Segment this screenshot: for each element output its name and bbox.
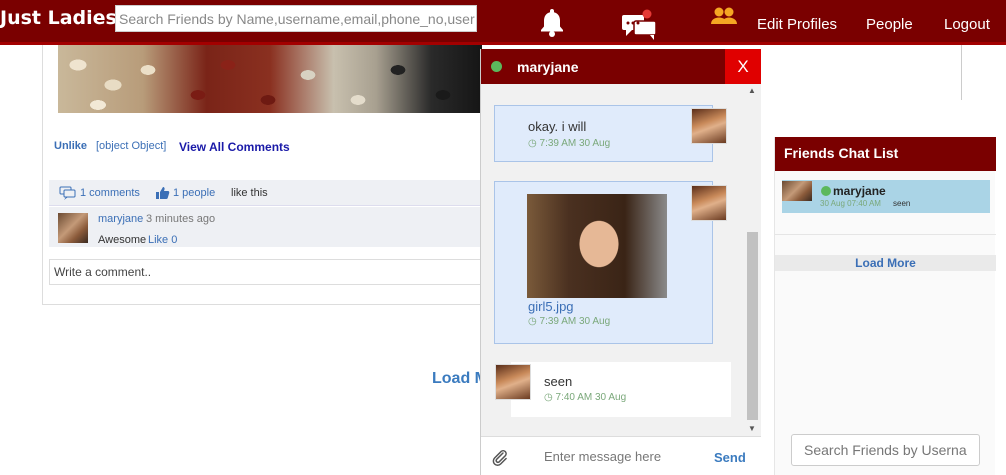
sender-avatar[interactable]: [691, 185, 727, 221]
online-status-icon: [821, 186, 831, 196]
friends-search-input[interactable]: Search Friends by Userna: [791, 434, 980, 466]
sender-avatar[interactable]: [691, 108, 727, 144]
load-more-friends-button[interactable]: Load More: [775, 255, 996, 271]
send-button[interactable]: Send: [714, 450, 746, 465]
bell-icon[interactable]: [538, 7, 566, 40]
message-time: ◷ 7:40 AM 30 Aug: [544, 392, 627, 403]
chat-message: okay. i will ◷ 7:39 AM 30 Aug: [494, 105, 713, 162]
friend-avatar: [782, 181, 812, 201]
chat-message-image: girl5.jpg ◷ 7:39 AM 30 Aug: [494, 181, 713, 344]
edit-profiles-link[interactable]: Edit Profiles: [757, 16, 837, 33]
clock-icon: ◷: [528, 138, 537, 149]
message-text: seen: [544, 374, 573, 389]
unlike-link[interactable]: Unlike: [54, 140, 87, 152]
brand-logo[interactable]: Just Ladies: [0, 7, 117, 29]
top-navbar: Just Ladies Search Friends by Name,usern…: [0, 0, 1006, 45]
friend-chat-item[interactable]: maryjane 30 Aug 07:40 AM seen: [782, 180, 990, 213]
comment-item: maryjane 3 minutes ago Awesome Like 0: [49, 207, 482, 247]
commenter-name[interactable]: maryjane: [98, 213, 143, 225]
write-comment-input[interactable]: Write a comment..: [49, 259, 482, 285]
logout-link[interactable]: Logout: [944, 16, 990, 33]
friends-chat-panel: Friends Chat List maryjane 30 Aug 07:40 …: [774, 137, 996, 475]
people-link[interactable]: People: [866, 16, 913, 33]
divider: [961, 45, 962, 100]
friends-group-icon[interactable]: [710, 6, 738, 29]
scroll-up-icon[interactable]: ▲: [748, 86, 756, 95]
load-more-posts-button[interactable]: Load More: [432, 370, 480, 388]
clock-icon: ◷: [544, 392, 553, 403]
comment-time: 3 minutes ago: [146, 213, 216, 225]
friend-last-status: seen: [893, 199, 911, 208]
shared-photo[interactable]: [527, 194, 667, 298]
post-image[interactable]: [58, 45, 482, 113]
friend-name: maryjane: [833, 184, 886, 198]
message-input[interactable]: Enter message here: [544, 449, 661, 464]
message-time: ◷ 7:39 AM 30 Aug: [528, 316, 611, 327]
likes-count-link[interactable]: 1 people: [173, 187, 215, 199]
attachment-filename-link[interactable]: girl5.jpg: [528, 299, 574, 314]
chat-messages[interactable]: okay. i will ◷ 7:39 AM 30 Aug girl5.jpg …: [481, 84, 761, 436]
chat-composer: Enter message here Send: [481, 436, 761, 475]
chat-contact-name: maryjane: [517, 59, 579, 75]
message-time: ◷ 7:39 AM 30 Aug: [528, 138, 611, 149]
chat-scrollbar[interactable]: ▲ ▼: [744, 84, 760, 436]
friend-search-input[interactable]: Search Friends by Name,username,email,ph…: [115, 5, 477, 32]
scroll-down-icon[interactable]: ▼: [748, 424, 756, 433]
scroll-thumb[interactable]: [747, 232, 758, 420]
post-stats-row: 1 comments 1 people like this: [49, 180, 482, 206]
comment-text: Awesome: [98, 234, 147, 246]
commenter-avatar[interactable]: [58, 213, 88, 243]
comments-count-link[interactable]: 1 comments: [80, 187, 140, 199]
paperclip-icon[interactable]: [491, 449, 509, 470]
receiver-avatar[interactable]: [495, 364, 531, 400]
chat-bubbles-icon[interactable]: [620, 9, 660, 44]
online-status-icon: [491, 61, 502, 72]
likes-suffix: like this: [231, 187, 268, 199]
chat-message-incoming: seen ◷ 7:40 AM 30 Aug: [511, 362, 731, 417]
thumbs-up-icon: [155, 185, 170, 203]
comments-icon: [59, 186, 76, 203]
message-text: okay. i will: [528, 119, 587, 134]
chat-window: maryjane X okay. i will ◷ 7:39 AM 30 Aug…: [480, 49, 761, 475]
chat-header[interactable]: maryjane X: [481, 49, 761, 84]
view-all-comments-link[interactable]: View All Comments: [179, 140, 290, 154]
comment-like-link[interactable]: Like 0: [148, 234, 177, 246]
close-chat-button[interactable]: X: [725, 49, 761, 84]
friend-last-time: 30 Aug 07:40 AM: [820, 199, 881, 208]
divider: [775, 234, 996, 235]
friends-chat-title: Friends Chat List: [775, 137, 996, 171]
clock-icon: ◷: [528, 316, 537, 327]
comment-link[interactable]: [object Object]: [96, 140, 166, 152]
